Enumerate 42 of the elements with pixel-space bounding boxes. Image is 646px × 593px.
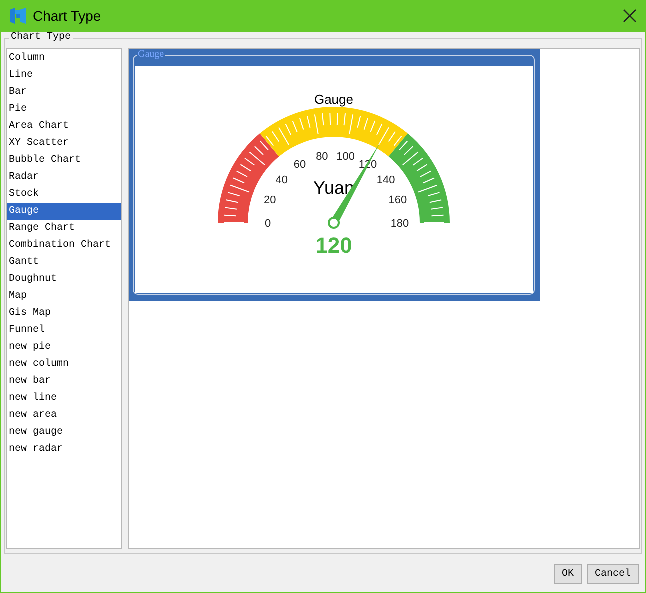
chart-type-item[interactable]: new line bbox=[7, 390, 121, 407]
chart-type-item[interactable]: new gauge bbox=[7, 424, 121, 441]
chart-type-item[interactable]: new pie bbox=[7, 339, 121, 356]
chart-type-item[interactable]: XY Scatter bbox=[7, 135, 121, 152]
dialog-button[interactable]: Cancel bbox=[586, 564, 639, 584]
gauge-title: Gauge bbox=[314, 92, 354, 107]
preview-label: Gauge bbox=[137, 49, 166, 61]
chart-type-item[interactable]: Line bbox=[7, 67, 121, 84]
chart-type-item[interactable]: Gantt bbox=[7, 254, 121, 271]
chart-type-item[interactable]: Bar bbox=[7, 84, 121, 101]
chart-type-item[interactable]: Doughnut bbox=[7, 271, 121, 288]
gauge-value: 120 bbox=[316, 233, 352, 258]
close-icon[interactable] bbox=[623, 9, 637, 23]
chart-type-item[interactable]: Pie bbox=[7, 101, 121, 118]
window-title: Chart Type bbox=[33, 8, 102, 24]
dialog-button[interactable]: OK bbox=[554, 564, 582, 584]
scale-label: 180 bbox=[390, 218, 410, 230]
chart-type-item[interactable]: Funnel bbox=[7, 322, 121, 339]
scale-label: 20 bbox=[264, 194, 276, 207]
chart-type-item[interactable]: Column bbox=[7, 50, 121, 67]
chart-type-item[interactable]: Map bbox=[7, 288, 121, 305]
chart-type-item[interactable]: new area bbox=[7, 407, 121, 424]
chart-type-item[interactable]: Radar bbox=[7, 169, 121, 186]
scale-label: 100 bbox=[336, 151, 355, 164]
chart-type-item[interactable]: Stock bbox=[7, 186, 121, 203]
chart-type-item[interactable]: new bar bbox=[7, 373, 121, 390]
chart-type-item[interactable]: new column bbox=[7, 356, 121, 373]
scale-label: 60 bbox=[294, 159, 306, 172]
chart-type-item[interactable]: Gauge bbox=[7, 203, 121, 220]
scale-label: 140 bbox=[376, 174, 396, 186]
scale-label: 80 bbox=[316, 151, 328, 164]
chart-type-item[interactable]: new radar bbox=[7, 441, 121, 458]
scale-label: 0 bbox=[264, 218, 272, 230]
chart-type-item[interactable]: Area Chart bbox=[7, 118, 121, 135]
scale-label: 160 bbox=[388, 194, 408, 207]
group-label: Chart Type bbox=[9, 32, 74, 44]
chart-type-item[interactable]: Range Chart bbox=[7, 220, 121, 237]
chart-type-item[interactable]: Bubble Chart bbox=[7, 152, 121, 169]
chart-type-item[interactable]: Combination Chart bbox=[7, 237, 121, 254]
chart-type-item[interactable]: Gis Map bbox=[7, 305, 121, 322]
scale-label: 40 bbox=[276, 174, 288, 186]
app-logo-icon bbox=[9, 7, 27, 25]
